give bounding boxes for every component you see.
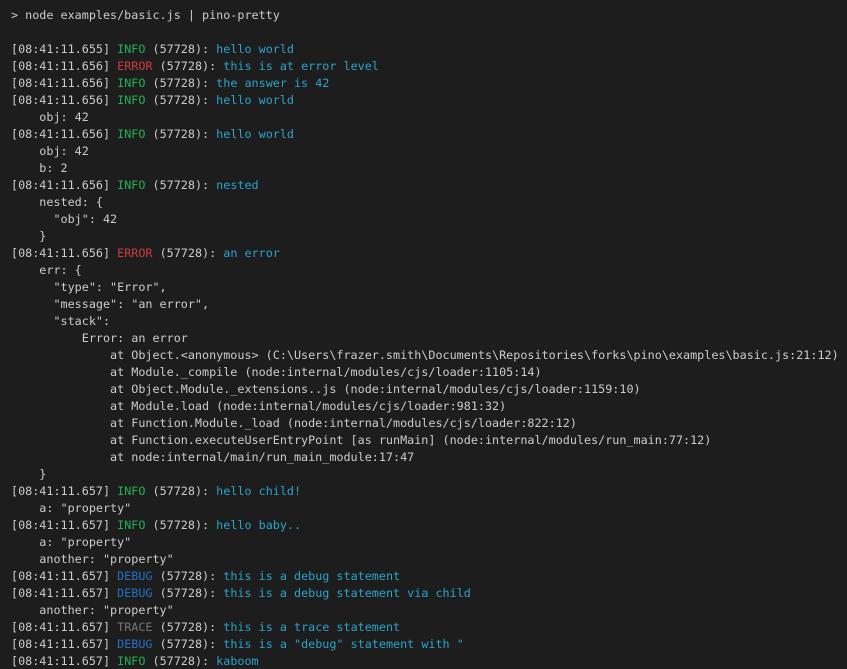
- log-level: ERROR: [117, 59, 152, 73]
- log-level: INFO: [117, 42, 145, 56]
- detail-line: a: "property": [11, 534, 847, 551]
- log-level: INFO: [117, 93, 145, 107]
- log-line: [08:41:11.657] TRACE (57728): this is a …: [11, 619, 847, 636]
- log-message: this is a trace statement: [223, 620, 400, 634]
- log-message: this is a debug statement: [223, 569, 400, 583]
- terminal-output: > node examples/basic.js | pino-pretty […: [11, 7, 847, 669]
- log-line: [08:41:11.657] INFO (57728): hello baby.…: [11, 517, 847, 534]
- log-line: [08:41:11.657] DEBUG (57728): this is a …: [11, 636, 847, 653]
- log-timestamp: [08:41:11.655]: [11, 42, 117, 56]
- log-message: an error: [223, 246, 280, 260]
- log-timestamp: [08:41:11.657]: [11, 620, 117, 634]
- log-timestamp: [08:41:11.657]: [11, 586, 117, 600]
- log-message: the answer is 42: [216, 76, 329, 90]
- detail-line: b: 2: [11, 160, 847, 177]
- log-line: [08:41:11.656] INFO (57728): nested: [11, 177, 847, 194]
- log-pid: (57728):: [145, 654, 216, 668]
- log-pid: (57728):: [145, 127, 216, 141]
- log-timestamp: [08:41:11.657]: [11, 654, 117, 668]
- log-level: INFO: [117, 484, 145, 498]
- log-timestamp: [08:41:11.656]: [11, 246, 117, 260]
- log-timestamp: [08:41:11.657]: [11, 569, 117, 583]
- log-pid: (57728):: [145, 178, 216, 192]
- log-line: [08:41:11.656] INFO (57728): the answer …: [11, 75, 847, 92]
- detail-line: at Object.Module._extensions..js (node:i…: [11, 381, 847, 398]
- log-level: TRACE: [117, 620, 152, 634]
- log-timestamp: [08:41:11.657]: [11, 637, 117, 651]
- detail-line: at Object.<anonymous> (C:\Users\frazer.s…: [11, 347, 847, 364]
- log-message: kaboom: [216, 654, 258, 668]
- blank-line: [11, 24, 847, 41]
- log-pid: (57728):: [145, 484, 216, 498]
- log-pid: (57728):: [153, 569, 224, 583]
- log-level: INFO: [117, 518, 145, 532]
- detail-line: obj: 42: [11, 143, 847, 160]
- log-level: DEBUG: [117, 586, 152, 600]
- detail-line: "message": "an error",: [11, 296, 847, 313]
- detail-line: at Function.Module._load (node:internal/…: [11, 415, 847, 432]
- log-level: INFO: [117, 76, 145, 90]
- detail-line: obj: 42: [11, 109, 847, 126]
- log-message: nested: [216, 178, 258, 192]
- detail-line: at Module._compile (node:internal/module…: [11, 364, 847, 381]
- log-message: hello child!: [216, 484, 301, 498]
- log-pid: (57728):: [145, 93, 216, 107]
- log-timestamp: [08:41:11.656]: [11, 178, 117, 192]
- log-level: ERROR: [117, 246, 152, 260]
- log-line: [08:41:11.656] ERROR (57728): this is at…: [11, 58, 847, 75]
- log-timestamp: [08:41:11.656]: [11, 127, 117, 141]
- detail-line: at node:internal/main/run_main_module:17…: [11, 449, 847, 466]
- log-message: hello world: [216, 127, 294, 141]
- detail-line: "type": "Error",: [11, 279, 847, 296]
- log-timestamp: [08:41:11.656]: [11, 93, 117, 107]
- detail-line: }: [11, 228, 847, 245]
- log-line: [08:41:11.657] INFO (57728): hello child…: [11, 483, 847, 500]
- log-level: INFO: [117, 654, 145, 668]
- log-timestamp: [08:41:11.656]: [11, 59, 117, 73]
- log-message: hello world: [216, 42, 294, 56]
- log-line: [08:41:11.656] ERROR (57728): an error: [11, 245, 847, 262]
- detail-line: another: "property": [11, 602, 847, 619]
- log-pid: (57728):: [145, 518, 216, 532]
- log-line: [08:41:11.656] INFO (57728): hello world: [11, 92, 847, 109]
- log-line: [08:41:11.656] INFO (57728): hello world: [11, 126, 847, 143]
- log-message: this is at error level: [223, 59, 379, 73]
- log-message: hello world: [216, 93, 294, 107]
- detail-line: err: {: [11, 262, 847, 279]
- detail-line: a: "property": [11, 500, 847, 517]
- log-pid: (57728):: [153, 246, 224, 260]
- log-timestamp: [08:41:11.657]: [11, 518, 117, 532]
- detail-line: "stack":: [11, 313, 847, 330]
- log-pid: (57728):: [153, 620, 224, 634]
- detail-line: another: "property": [11, 551, 847, 568]
- log-pid: (57728):: [153, 637, 224, 651]
- log-pid: (57728):: [153, 59, 224, 73]
- log-message: this is a "debug" statement with ": [223, 637, 464, 651]
- log-line: [08:41:11.657] DEBUG (57728): this is a …: [11, 585, 847, 602]
- log-pid: (57728):: [153, 586, 224, 600]
- log-message: hello baby..: [216, 518, 301, 532]
- detail-line: at Function.executeUserEntryPoint [as ru…: [11, 432, 847, 449]
- log-line: [08:41:11.655] INFO (57728): hello world: [11, 41, 847, 58]
- terminal[interactable]: > node examples/basic.js | pino-pretty […: [0, 0, 847, 669]
- detail-line: Error: an error: [11, 330, 847, 347]
- log-level: INFO: [117, 127, 145, 141]
- log-timestamp: [08:41:11.657]: [11, 484, 117, 498]
- log-line: [08:41:11.657] INFO (57728): kaboom: [11, 653, 847, 669]
- detail-line: at Module.load (node:internal/modules/cj…: [11, 398, 847, 415]
- command-line: > node examples/basic.js | pino-pretty: [11, 7, 847, 24]
- log-level: DEBUG: [117, 569, 152, 583]
- detail-line: }: [11, 466, 847, 483]
- log-timestamp: [08:41:11.656]: [11, 76, 117, 90]
- detail-line: nested: {: [11, 194, 847, 211]
- log-level: INFO: [117, 178, 145, 192]
- detail-line: "obj": 42: [11, 211, 847, 228]
- log-pid: (57728):: [145, 42, 216, 56]
- log-message: this is a debug statement via child: [223, 586, 471, 600]
- log-level: DEBUG: [117, 637, 152, 651]
- log-line: [08:41:11.657] DEBUG (57728): this is a …: [11, 568, 847, 585]
- log-pid: (57728):: [145, 76, 216, 90]
